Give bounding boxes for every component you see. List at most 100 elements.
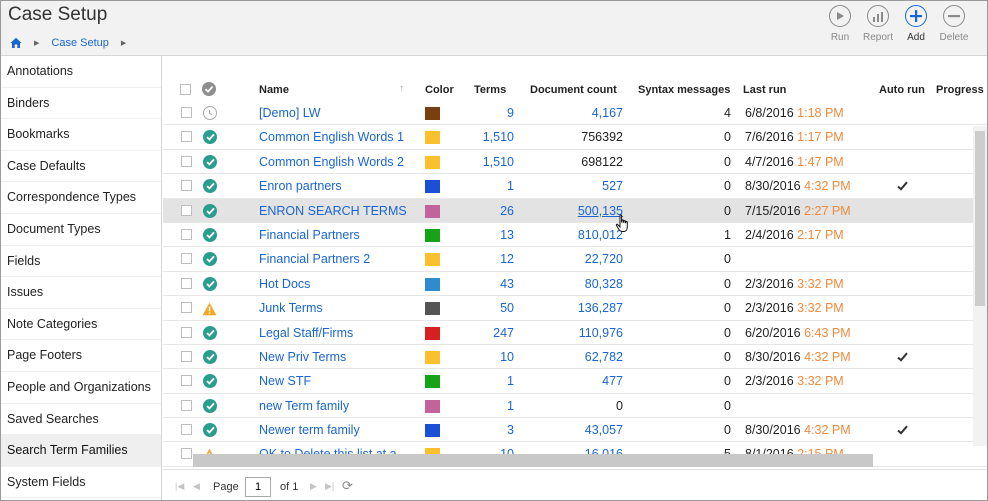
table-row[interactable]: New STF 1 477 0 2/3/2016 3:32 PM [163, 369, 987, 394]
refresh-icon[interactable]: ⟳ [342, 478, 353, 494]
column-header-syntax-messages[interactable]: Syntax messages [638, 84, 730, 96]
row-checkbox[interactable] [181, 131, 192, 143]
last-page-icon[interactable]: ▶| [325, 481, 334, 492]
terms-count-link[interactable]: 1,510 [483, 125, 514, 149]
row-checkbox[interactable] [181, 302, 192, 314]
terms-count-link[interactable]: 50 [500, 296, 514, 320]
column-header-progress[interactable]: Progress [936, 84, 984, 96]
terms-count-link[interactable]: 26 [500, 199, 514, 223]
horizontal-scrollbar-thumb[interactable] [193, 454, 873, 467]
row-checkbox[interactable] [181, 204, 192, 216]
table-row[interactable]: Hot Docs 43 80,328 0 2/3/2016 3:32 PM [163, 272, 987, 297]
sidebar-item-saved-searches[interactable]: Saved Searches [1, 404, 161, 436]
table-row[interactable]: Legal Staff/Firms 247 110,976 0 6/20/2016 6:… [163, 321, 987, 345]
table-row[interactable]: [Demo] LW 9 4,167 4 6/8/2016 1:18 PM [163, 101, 987, 126]
row-checkbox[interactable] [181, 228, 192, 240]
table-row[interactable]: Financial Partners 13 810,012 1 2/4/2016 2:1… [163, 223, 987, 248]
family-name-link[interactable]: Enron partners [259, 174, 342, 198]
home-icon[interactable] [10, 37, 22, 49]
family-name-link[interactable]: ENRON SEARCH TERMS [259, 199, 407, 223]
terms-count-link[interactable]: 1 [507, 369, 514, 393]
sidebar-item-document-types[interactable]: Document Types [1, 214, 161, 246]
document-count[interactable]: 43,057 [585, 418, 623, 442]
sidebar-item-case-defaults[interactable]: Case Defaults [1, 151, 161, 183]
row-checkbox[interactable] [181, 448, 192, 460]
breadcrumb-item[interactable]: Case Setup [51, 37, 108, 49]
run-button[interactable]: Run [821, 5, 859, 43]
row-checkbox[interactable] [181, 350, 192, 362]
family-name-link[interactable]: Financial Partners [259, 223, 360, 247]
family-name-link[interactable]: Common English Words 1 [259, 125, 404, 149]
column-header-terms[interactable]: Terms [474, 84, 506, 96]
select-all-checkbox[interactable] [180, 84, 191, 95]
document-count[interactable]: 110,976 [579, 321, 623, 345]
table-row[interactable]: Common English Words 1 1,510 756392 0 7/6/20… [163, 125, 987, 150]
sidebar-item-issues[interactable]: Issues [1, 277, 161, 309]
sidebar-item-note-categories[interactable]: Note Categories [1, 309, 161, 341]
document-count[interactable]: 80,328 [585, 272, 623, 296]
sidebar-item-binders[interactable]: Binders [1, 88, 161, 120]
document-count[interactable]: 477 [602, 369, 623, 393]
sidebar-item-people-and-organizations[interactable]: People and Organizations [1, 372, 161, 404]
row-checkbox[interactable] [181, 326, 192, 338]
row-checkbox[interactable] [181, 155, 192, 167]
sort-arrow-up-icon[interactable]: ↑ [399, 83, 404, 94]
family-name-link[interactable]: [Demo] LW [259, 101, 321, 125]
table-row[interactable]: Financial Partners 2 12 22,720 0 [163, 247, 987, 272]
sidebar-item-page-footers[interactable]: Page Footers [1, 340, 161, 372]
family-name-link[interactable]: Financial Partners 2 [259, 247, 370, 271]
column-header-auto-run[interactable]: Auto run [879, 84, 925, 96]
column-header-document-count[interactable]: Document count [530, 84, 617, 96]
terms-count-link[interactable]: 1 [507, 174, 514, 198]
family-name-link[interactable]: Junk Terms [259, 296, 323, 320]
table-row[interactable]: Common English Words 2 1,510 698122 0 4/7/20… [163, 150, 987, 175]
family-name-link[interactable]: Legal Staff/Firms [259, 321, 353, 345]
terms-count-link[interactable]: 9 [507, 101, 514, 125]
terms-count-link[interactable]: 12 [500, 247, 514, 271]
page-number-input[interactable] [245, 477, 271, 497]
add-button[interactable]: Add [897, 5, 935, 43]
row-checkbox[interactable] [181, 180, 192, 192]
vertical-scrollbar-thumb[interactable] [975, 131, 985, 306]
document-count[interactable]: 527 [602, 174, 623, 198]
terms-count-link[interactable]: 43 [500, 272, 514, 296]
first-page-icon[interactable]: |◀ [175, 481, 184, 492]
table-row[interactable]: Junk Terms 50 136,287 0 2/3/2016 3:32 PM [163, 296, 987, 321]
row-checkbox[interactable] [181, 253, 192, 265]
report-button[interactable]: Report [859, 5, 897, 43]
sidebar-item-annotations[interactable]: Annotations [1, 56, 161, 88]
row-checkbox[interactable] [181, 375, 192, 387]
table-row[interactable]: Enron partners 1 527 0 8/30/2016 4:32 PM [163, 174, 987, 199]
terms-count-link[interactable]: 3 [507, 418, 514, 442]
sidebar-item-bookmarks[interactable]: Bookmarks [1, 119, 161, 151]
sidebar-item-search-term-families[interactable]: Search Term Families [1, 435, 161, 467]
table-row[interactable]: ENRON SEARCH TERMS 26 500,135 0 7/15/2016 2:… [163, 198, 987, 223]
terms-count-link[interactable]: 1 [507, 394, 514, 418]
sidebar-item-correspondence-types[interactable]: Correspondence Types [1, 182, 161, 214]
terms-count-link[interactable]: 247 [493, 321, 514, 345]
row-checkbox[interactable] [181, 107, 192, 118]
document-count[interactable]: 62,782 [585, 345, 623, 369]
family-name-link[interactable]: New Priv Terms [259, 345, 346, 369]
column-header-last-run[interactable]: Last run [743, 84, 786, 96]
row-checkbox[interactable] [181, 424, 192, 436]
table-row[interactable]: new Term family 1 0 0 [163, 394, 987, 419]
family-name-link[interactable]: Common English Words 2 [259, 150, 404, 174]
document-count[interactable]: 4,167 [592, 101, 623, 125]
sidebar-item-system-fields[interactable]: System Fields [1, 467, 161, 499]
delete-button[interactable]: Delete [935, 5, 973, 43]
table-row[interactable]: Newer term family 3 43,057 0 8/30/2016 4:32 … [163, 418, 987, 443]
column-header-color[interactable]: Color [425, 84, 454, 96]
row-checkbox[interactable] [181, 399, 192, 411]
sidebar-item-fields[interactable]: Fields [1, 246, 161, 278]
terms-count-link[interactable]: 10 [500, 345, 514, 369]
family-name-link[interactable]: Newer term family [259, 418, 360, 442]
table-row[interactable]: New Priv Terms 10 62,782 0 8/30/2016 4:32 PM [163, 345, 987, 370]
column-header-name[interactable]: Name [259, 84, 289, 96]
terms-count-link[interactable]: 1,510 [483, 150, 514, 174]
family-name-link[interactable]: Hot Docs [259, 272, 310, 296]
row-checkbox[interactable] [181, 277, 192, 289]
document-count[interactable]: 136,287 [578, 296, 623, 320]
document-count[interactable]: 22,720 [585, 247, 623, 271]
previous-page-icon[interactable]: ◀ [193, 481, 200, 492]
